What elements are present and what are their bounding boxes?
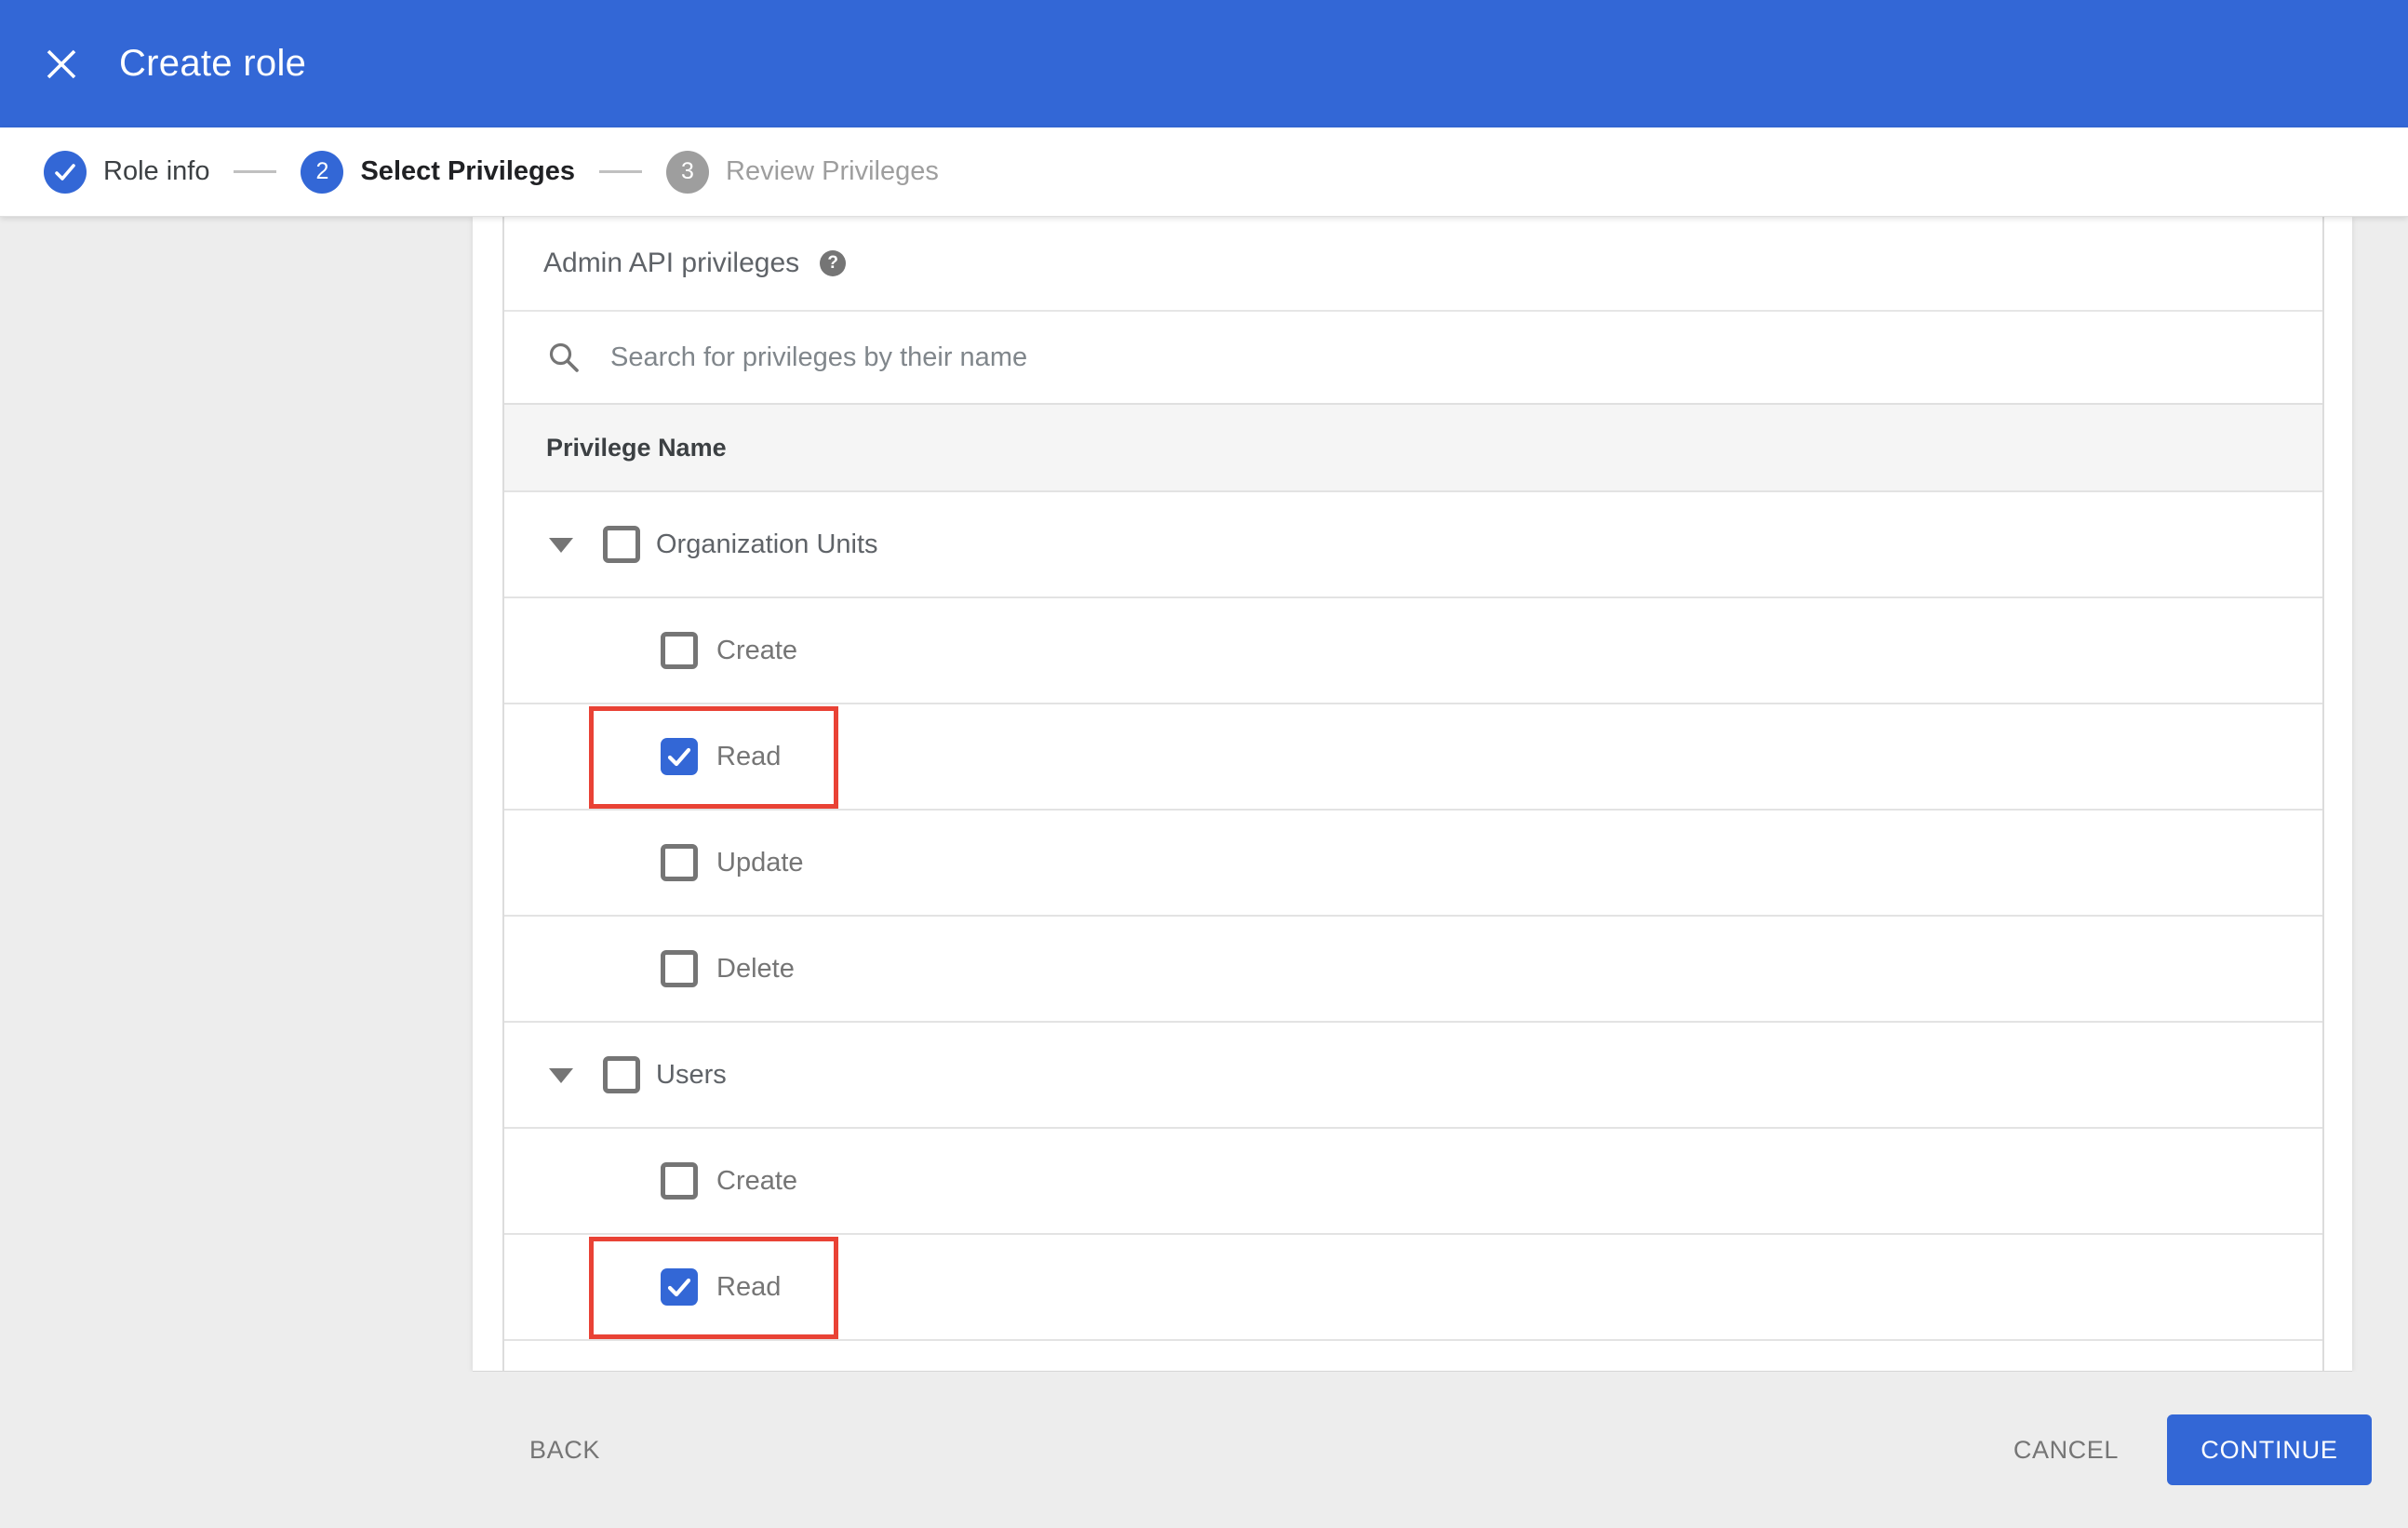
step-connector — [599, 170, 642, 173]
checkbox-delete[interactable] — [661, 950, 698, 987]
caret-down-icon[interactable] — [549, 538, 573, 553]
highlight-annotation-box — [589, 1237, 838, 1339]
privilege-label: Delete — [716, 953, 795, 984]
privilege-label: Read — [716, 741, 782, 771]
table-row-users[interactable]: Users — [504, 1021, 2322, 1127]
close-icon — [47, 49, 76, 78]
privilege-search-row — [504, 310, 2322, 403]
table-row-read[interactable]: Read — [504, 703, 2322, 809]
privilege-label: Create — [716, 1165, 798, 1196]
footer-bar: BACK CANCEL CONTINUE — [0, 1371, 2408, 1528]
check-icon — [667, 1278, 691, 1297]
checkbox-users-read-checked[interactable] — [661, 1268, 698, 1306]
checkbox-users[interactable] — [603, 1056, 640, 1093]
continue-button[interactable]: CONTINUE — [2167, 1414, 2372, 1485]
stepper: Role info 2 Select Privileges 3 Review P… — [0, 127, 2408, 217]
step-select-privileges[interactable]: 2 Select Privileges — [301, 150, 575, 194]
privileges-table-panel: Admin API privileges ? Privilege Name Or… — [502, 217, 2324, 1372]
dialog-title: Create role — [119, 43, 307, 84]
table-row-users-read[interactable]: Read — [504, 1233, 2322, 1339]
privilege-label: Organization Units — [656, 529, 878, 559]
search-icon — [549, 342, 579, 372]
privileges-dialog-panel: Admin API privileges ? Privilege Name Or… — [473, 217, 2352, 1372]
table-row-clipped — [504, 1339, 2322, 1370]
privilege-label: Read — [716, 1271, 782, 1302]
section-title: Admin API privileges — [543, 248, 800, 278]
app-bar: Create role — [0, 0, 2408, 127]
step1-check-icon — [44, 150, 87, 194]
step-connector — [234, 170, 277, 173]
step-review-privileges[interactable]: 3 Review Privileges — [666, 150, 939, 194]
back-button[interactable]: BACK — [529, 1372, 600, 1528]
step2-indicator: 2 — [301, 150, 344, 194]
table-header-label: Privilege Name — [546, 433, 727, 462]
table-row-create[interactable]: Create — [504, 596, 2322, 703]
table-row-organization-units[interactable]: Organization Units — [504, 490, 2322, 596]
checkbox-update[interactable] — [661, 844, 698, 881]
step1-label: Role info — [103, 156, 210, 186]
section-header: Admin API privileges ? — [504, 217, 2322, 310]
cancel-button[interactable]: CANCEL — [2013, 1372, 2119, 1528]
page-background: Admin API privileges ? Privilege Name Or… — [0, 217, 2408, 1528]
check-icon — [667, 747, 691, 767]
checkbox-create[interactable] — [661, 632, 698, 669]
step2-label: Select Privileges — [360, 156, 575, 186]
step-role-info[interactable]: Role info — [44, 150, 210, 194]
checkbox-read-checked[interactable] — [661, 738, 698, 775]
close-button[interactable] — [41, 44, 82, 85]
highlight-annotation-box — [589, 706, 838, 809]
checkbox-users-create[interactable] — [661, 1162, 698, 1200]
step3-label: Review Privileges — [726, 156, 939, 186]
table-header: Privilege Name — [504, 403, 2322, 490]
caret-down-icon[interactable] — [549, 1068, 573, 1083]
privilege-label: Create — [716, 635, 798, 665]
table-row-update[interactable]: Update — [504, 809, 2322, 915]
step3-indicator: 3 — [666, 150, 709, 194]
table-row-users-create[interactable]: Create — [504, 1127, 2322, 1233]
privilege-label: Update — [716, 847, 804, 878]
table-row-delete[interactable]: Delete — [504, 915, 2322, 1021]
privilege-label: Users — [656, 1059, 727, 1090]
help-icon[interactable]: ? — [820, 250, 847, 276]
privilege-search-input[interactable] — [610, 342, 2006, 373]
checkbox-organization-units[interactable] — [603, 526, 640, 563]
